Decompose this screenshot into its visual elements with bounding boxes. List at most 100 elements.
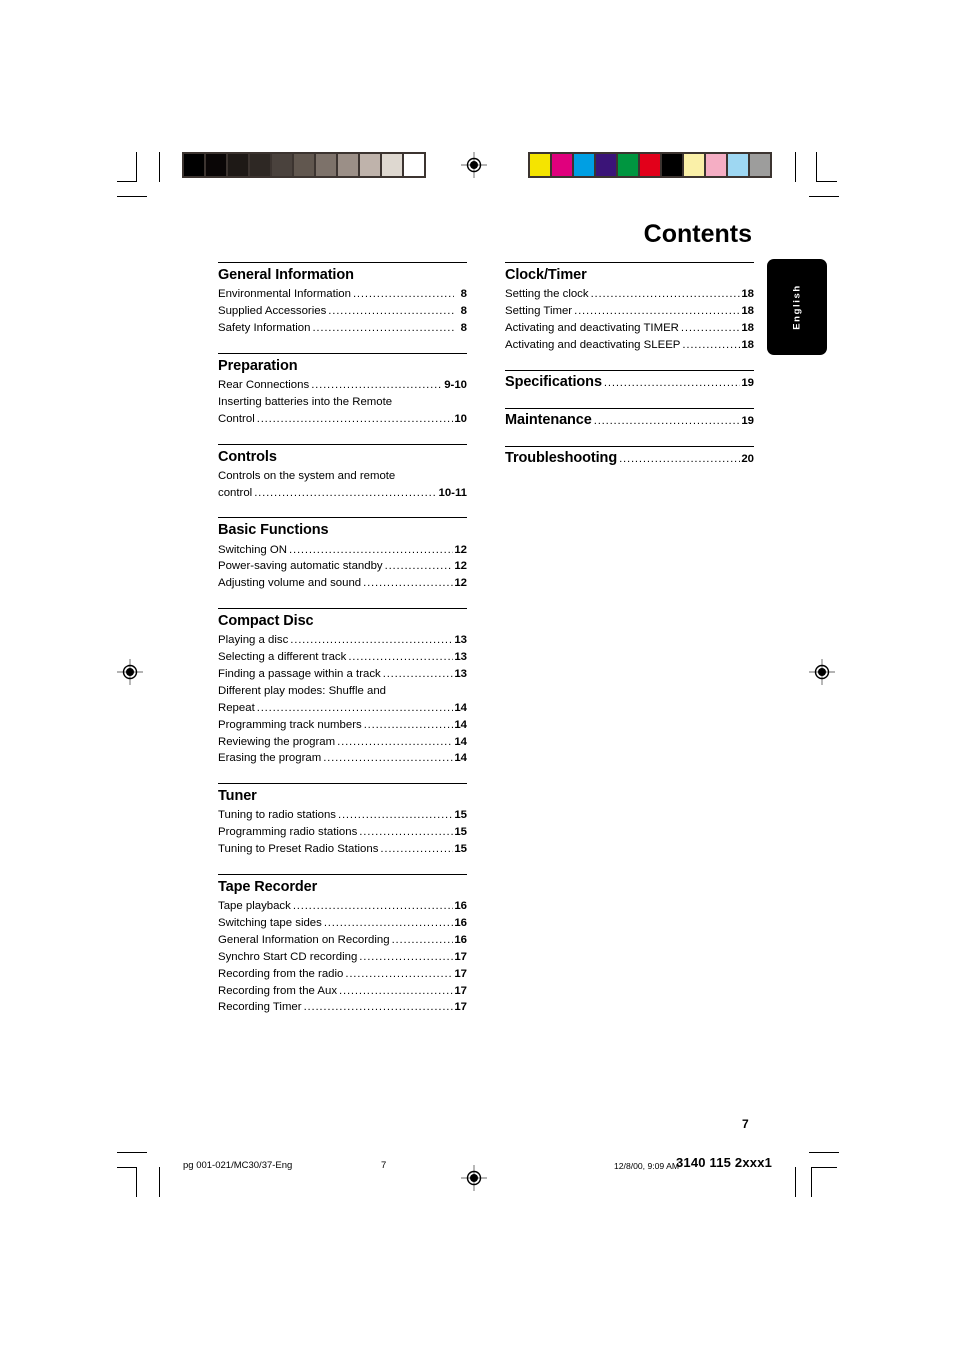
toc-entry[interactable]: Erasing the program.....................… — [218, 750, 467, 767]
page-reference: 12 — [454, 543, 467, 556]
toc-entry[interactable]: Inserting batteries into the Remote.....… — [218, 394, 467, 411]
page-reference: 14 — [454, 735, 467, 748]
dot-leader: ........................................… — [348, 651, 453, 664]
grayscale-swatch-1 — [206, 154, 226, 176]
page-reference: 16 — [454, 933, 467, 946]
color-swatch-4 — [618, 154, 638, 176]
toc-entry[interactable]: Safety Information......................… — [218, 320, 467, 337]
toc-entry[interactable]: Recording from the Aux..................… — [218, 983, 467, 1000]
page-reference: 8 — [460, 288, 467, 301]
grayscale-swatch-4 — [272, 154, 292, 176]
dot-leader: ........................................… — [311, 378, 443, 391]
toc-entry-label: Different play modes: Shuffle and — [218, 684, 387, 697]
dot-leader: ........................................… — [352, 288, 454, 301]
toc-entry[interactable]: Tape playback...........................… — [218, 898, 467, 915]
toc-heading-entry[interactable]: Specifications..........................… — [505, 371, 754, 392]
toc-entry[interactable]: Different play modes: Shuffle and.......… — [218, 683, 467, 700]
toc-entry[interactable]: Controls on the system and remote.......… — [218, 468, 467, 485]
page-reference: 10-11 — [438, 486, 467, 499]
page-reference: 10 — [454, 412, 467, 425]
toc-entry[interactable]: Tuning to Preset Radio Stations.........… — [218, 841, 467, 858]
toc-entry[interactable]: Programming track numbers...............… — [218, 717, 467, 734]
crop-mark-bottom-left-bleed-horizontal — [117, 1152, 147, 1154]
section-heading: Tape Recorder — [218, 879, 318, 895]
toc-entry-label: Power-saving automatic standby — [218, 560, 383, 573]
grayscale-swatch-6 — [316, 154, 336, 176]
crop-mark-bottom-left-horizontal — [117, 1167, 137, 1169]
toc-entry-label: control — [218, 486, 253, 499]
toc-entry[interactable]: Setting Timer...........................… — [505, 303, 754, 320]
toc-section-clock-timer: Clock/Timer Setting the clock............… — [505, 262, 754, 370]
dot-leader: ........................................… — [380, 843, 453, 856]
page-reference: 20 — [741, 452, 754, 465]
toc-entry[interactable]: General Information on Recording........… — [218, 932, 467, 949]
registration-mark-right-center — [809, 659, 835, 685]
toc-entry[interactable]: Repeat..................................… — [218, 700, 467, 717]
toc-entry-label: Erasing the program — [218, 752, 322, 765]
toc-section-basic-functions: Basic Functions Switching ON.............… — [218, 517, 467, 608]
toc-entry[interactable]: Programming radio stations..............… — [218, 824, 467, 841]
toc-entry[interactable]: Selecting a different track.............… — [218, 649, 467, 666]
toc-entry[interactable]: Tuning to radio stations................… — [218, 807, 467, 824]
section-heading: Preparation — [218, 357, 298, 374]
page-reference: 12 — [454, 577, 467, 590]
dot-leader: ........................................… — [363, 718, 454, 731]
page-reference: 17 — [454, 950, 467, 963]
toc-entry[interactable]: Synchro Start CD recording..............… — [218, 949, 467, 966]
toc-entry[interactable]: Switching ON............................… — [218, 542, 467, 559]
grayscale-swatch-3 — [250, 154, 270, 176]
toc-entry-label: Programming track numbers — [218, 718, 362, 731]
page-reference: 18 — [741, 288, 754, 301]
crop-mark-bottom-right-horizontal — [811, 1167, 837, 1169]
toc-entry[interactable]: Adjusting volume and sound..............… — [218, 575, 467, 592]
page-reference: 13 — [454, 634, 467, 647]
toc-heading-entry[interactable]: Maintenance.............................… — [505, 409, 754, 430]
color-swatch-3 — [596, 154, 616, 176]
dot-leader: ........................................… — [619, 452, 741, 465]
grayscale-swatch-10 — [404, 154, 424, 176]
toc-entry[interactable]: Environmental Information...............… — [218, 286, 467, 303]
toc-entry[interactable]: Recording Timer.........................… — [218, 999, 467, 1016]
toc-entry-label: Synchro Start CD recording — [218, 950, 358, 963]
toc-entry[interactable]: Switching tape sides....................… — [218, 915, 467, 932]
toc-entry[interactable]: Finding a passage within a track........… — [218, 666, 467, 683]
toc-entry-label: Switching ON — [218, 543, 288, 556]
language-tab: English — [767, 259, 827, 355]
page-reference: 18 — [741, 305, 754, 317]
toc-entry-label: Rear Connections — [218, 378, 310, 391]
grayscale-swatch-8 — [360, 154, 380, 176]
toc-heading-entry[interactable]: Troubleshooting.........................… — [505, 447, 754, 468]
toc-entry[interactable]: Reviewing the program...................… — [218, 734, 467, 751]
section-heading: Maintenance — [505, 411, 592, 428]
toc-entry[interactable]: Control.................................… — [218, 411, 467, 428]
page-reference: 14 — [454, 718, 467, 731]
page-reference: 8 — [460, 321, 467, 334]
toc-entry-label: Recording Timer — [218, 1001, 302, 1014]
footer-file-label: pg 001-021/MC30/37-Eng — [183, 1160, 293, 1171]
toc-entry[interactable]: Activating and deactivating TIMER.......… — [505, 320, 754, 337]
page-reference: 17 — [454, 984, 467, 997]
page-reference: 18 — [741, 338, 754, 351]
toc-entry[interactable]: Rear Connections........................… — [218, 377, 467, 394]
toc-entry[interactable]: control.................................… — [218, 485, 467, 502]
toc-entry[interactable]: Supplied Accessories....................… — [218, 303, 467, 320]
crop-mark-top-left-bleed-horizontal — [117, 196, 147, 198]
toc-entry[interactable]: Activating and deactivating SLEEP.......… — [505, 337, 754, 354]
crop-mark-top-left-vertical — [136, 152, 138, 182]
toc-entry[interactable]: Power-saving automatic standby..........… — [218, 558, 467, 575]
toc-entry[interactable]: Setting the clock.......................… — [505, 286, 754, 303]
section-heading: General Information — [218, 267, 354, 283]
section-heading: Specifications — [505, 373, 602, 390]
crop-mark-bottom-right-bleed-horizontal — [809, 1152, 839, 1154]
toc-entry-label: Tape playback — [218, 900, 291, 913]
toc-entry[interactable]: Recording from the radio................… — [218, 966, 467, 983]
dot-leader: ........................................… — [256, 701, 454, 714]
toc-entry[interactable]: Playing a disc..........................… — [218, 632, 467, 649]
dot-leader: ........................................… — [323, 752, 453, 765]
